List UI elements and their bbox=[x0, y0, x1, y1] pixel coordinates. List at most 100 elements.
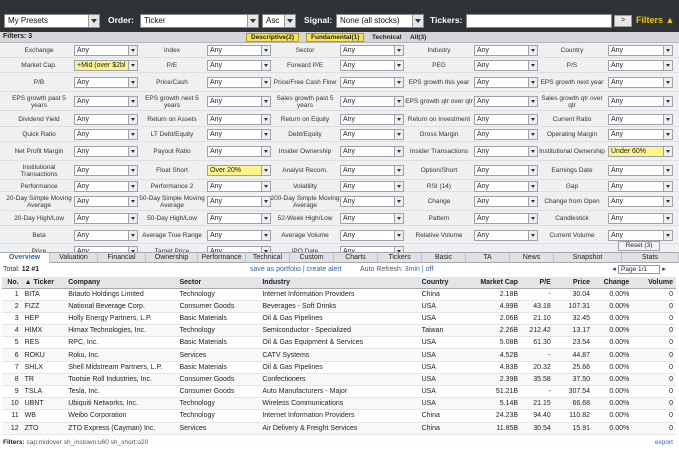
table-row[interactable]: 7 SHLX Shell Midstream Partners, L.P. Basic… bbox=[2, 361, 676, 374]
filter-select[interactable]: Any bbox=[207, 146, 271, 157]
filter-select[interactable]: Any bbox=[74, 129, 138, 140]
column-header[interactable]: No. bbox=[2, 277, 22, 289]
filter-select[interactable]: Under 60% bbox=[608, 146, 673, 157]
filter-select[interactable]: Any bbox=[340, 45, 404, 56]
filter-select[interactable]: Any bbox=[608, 230, 673, 241]
filter-select[interactable]: Any bbox=[608, 165, 673, 176]
filter-select[interactable]: Any bbox=[608, 196, 673, 207]
table-cell[interactable]: ROKU bbox=[21, 348, 66, 362]
tab-basic[interactable]: Basic bbox=[422, 253, 466, 263]
filter-select[interactable]: Any bbox=[340, 146, 404, 157]
filter-select[interactable]: Any bbox=[340, 196, 404, 207]
tab-financial[interactable]: Financial bbox=[98, 253, 146, 263]
filter-select[interactable]: Any bbox=[207, 77, 271, 88]
filter-select[interactable]: Any bbox=[340, 96, 404, 107]
column-header[interactable]: Change bbox=[593, 277, 633, 289]
filter-select[interactable]: Any bbox=[474, 165, 538, 176]
tab-technical[interactable]: Technical bbox=[246, 253, 290, 263]
column-header[interactable]: Company bbox=[65, 277, 177, 289]
filter-select[interactable]: Any bbox=[74, 196, 138, 207]
tab-overview[interactable]: Overview bbox=[0, 253, 50, 263]
filter-select[interactable]: Any bbox=[608, 60, 673, 71]
filter-select[interactable]: Any bbox=[207, 96, 271, 107]
tab-custom[interactable]: Custom bbox=[290, 253, 334, 263]
filter-select[interactable]: Any bbox=[474, 213, 538, 224]
prev-page-icon[interactable]: ◂ bbox=[610, 265, 618, 273]
table-cell[interactable]: TR bbox=[21, 373, 66, 387]
table-cell[interactable]: HIMX bbox=[21, 324, 66, 338]
filter-select[interactable]: Any bbox=[74, 146, 138, 157]
table-cell[interactable]: UBNT bbox=[21, 397, 66, 411]
presets-select[interactable]: My Presets bbox=[4, 14, 100, 28]
column-header[interactable]: Industry bbox=[259, 277, 419, 289]
next-page-icon[interactable]: ▸ bbox=[660, 265, 668, 273]
table-row[interactable]: 4 HIMX Himax Technologies, Inc. Technology S… bbox=[2, 324, 676, 338]
portfolio-alert-links[interactable]: save as portfolio | create alert bbox=[250, 264, 342, 275]
table-cell[interactable]: RES bbox=[21, 336, 66, 350]
filter-select[interactable]: Any bbox=[340, 181, 404, 192]
tab-technical[interactable]: Technical bbox=[368, 33, 406, 42]
tickers-go-button[interactable]: > bbox=[614, 15, 632, 27]
order-select[interactable]: Ticker bbox=[140, 14, 259, 28]
auto-refresh-off[interactable]: | off bbox=[420, 266, 433, 273]
filter-select[interactable]: Any bbox=[74, 165, 138, 176]
tab-descriptive[interactable]: Descriptive(2) bbox=[246, 33, 299, 42]
filter-select[interactable]: Any bbox=[74, 213, 138, 224]
export-link[interactable]: export bbox=[655, 437, 673, 449]
table-row[interactable]: 8 TR Tootsie Roll Industries, Inc. Consumer… bbox=[2, 373, 676, 387]
table-cell[interactable]: ZTO bbox=[21, 422, 66, 435]
filter-select[interactable]: Any bbox=[207, 196, 271, 207]
filter-select[interactable]: Any bbox=[340, 129, 404, 140]
filter-select[interactable]: +Mid (over $2bl bbox=[74, 60, 138, 71]
filter-select[interactable]: Any bbox=[474, 196, 538, 207]
column-header[interactable]: P/E bbox=[521, 277, 554, 289]
filter-select[interactable]: Any bbox=[340, 213, 404, 224]
signal-select[interactable]: None (all stocks) bbox=[336, 14, 424, 28]
column-header[interactable]: ▲ Ticker bbox=[21, 277, 66, 289]
filter-select[interactable]: Any bbox=[608, 114, 673, 125]
filter-select[interactable]: Any bbox=[474, 146, 538, 157]
filter-select[interactable]: Any bbox=[340, 60, 404, 71]
tab-snapshot[interactable]: Snapshot bbox=[554, 253, 622, 263]
filter-select[interactable]: Any bbox=[74, 96, 138, 107]
filter-select[interactable]: Any bbox=[608, 96, 673, 107]
filter-select[interactable]: Any bbox=[608, 181, 673, 192]
filter-select[interactable]: Any bbox=[74, 181, 138, 192]
filter-select[interactable]: Any bbox=[207, 45, 271, 56]
table-row[interactable]: 5 RES RPC, Inc. Basic Materials Oil & Gas Eq… bbox=[2, 336, 676, 350]
filter-select[interactable]: Any bbox=[474, 181, 538, 192]
filter-select[interactable]: Any bbox=[207, 114, 271, 125]
filter-select[interactable]: Any bbox=[207, 213, 271, 224]
filter-select[interactable]: Any bbox=[74, 77, 138, 88]
tab-fundamental[interactable]: Fundamental(1) bbox=[306, 33, 365, 42]
table-cell[interactable]: TSLA bbox=[21, 385, 66, 399]
tab-ta[interactable]: TA bbox=[466, 253, 510, 263]
filter-select[interactable]: Any bbox=[474, 77, 538, 88]
filter-select[interactable]: Any bbox=[74, 230, 138, 241]
table-cell[interactable]: HEP bbox=[21, 312, 66, 326]
filter-select[interactable]: Any bbox=[340, 77, 404, 88]
table-row[interactable]: 9 TSLA Tesla, Inc. Consumer Goods Auto Manuf… bbox=[2, 385, 676, 399]
filter-select[interactable]: Any bbox=[474, 129, 538, 140]
auto-refresh-3min[interactable]: 3min bbox=[405, 266, 420, 273]
tab-ownership[interactable]: Ownership bbox=[146, 253, 198, 263]
column-header[interactable]: Price bbox=[553, 277, 594, 289]
table-cell[interactable]: FIZZ bbox=[21, 300, 66, 313]
filter-select[interactable]: Any bbox=[340, 165, 404, 176]
filter-select[interactable]: Any bbox=[207, 60, 271, 71]
column-header[interactable]: Volume bbox=[632, 277, 676, 289]
filter-select[interactable]: Any bbox=[474, 60, 538, 71]
filter-select[interactable]: Any bbox=[207, 129, 271, 140]
filter-select[interactable]: Any bbox=[474, 45, 538, 56]
filter-select[interactable]: Any bbox=[608, 45, 673, 56]
filter-select[interactable]: Over 20% bbox=[207, 165, 271, 176]
table-row[interactable]: 10 UBNT Ubiquiti Networks, Inc. Technology W… bbox=[2, 397, 676, 411]
column-header[interactable]: Sector bbox=[176, 277, 260, 289]
table-row[interactable]: 12 ZTO ZTO Express (Cayman) Inc. Services Ai… bbox=[2, 422, 676, 435]
column-header[interactable]: Market Cap bbox=[468, 277, 522, 289]
table-row[interactable]: 1 BITA Bitauto Holdings Limited Technology I… bbox=[2, 288, 676, 301]
table-row[interactable]: 3 HEP Holly Energy Partners, L.P. Basic Mat… bbox=[2, 312, 676, 326]
tickers-input[interactable] bbox=[466, 14, 612, 28]
tab-tickers[interactable]: Tickers bbox=[378, 253, 422, 263]
filter-select[interactable]: Any bbox=[608, 77, 673, 88]
